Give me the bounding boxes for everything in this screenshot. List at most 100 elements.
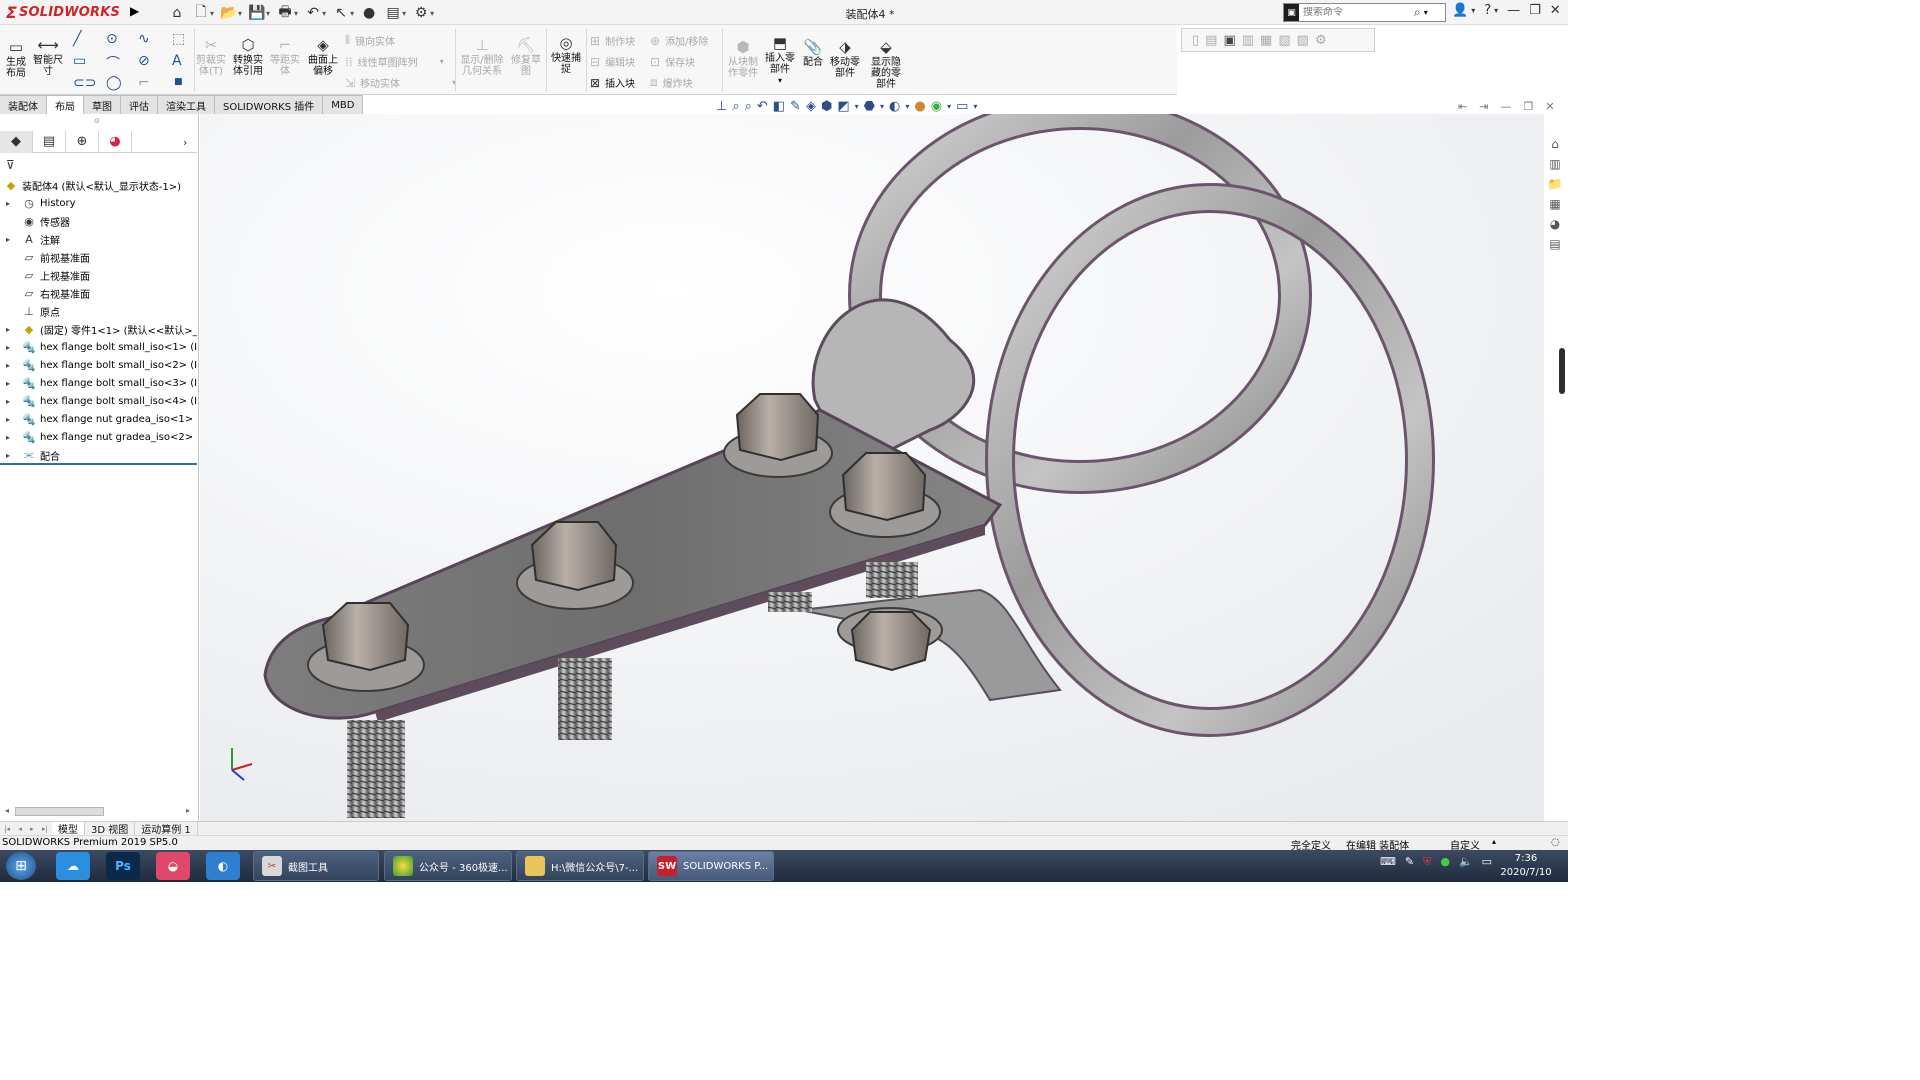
arc-icon[interactable]: ⌒ [106, 53, 120, 73]
close-icon[interactable]: ✕ [1550, 3, 1561, 18]
add-remove-button[interactable]: ⊕ 添加/移除 [650, 33, 708, 49]
properties-dropdown-icon[interactable]: ▾ [402, 9, 406, 18]
make-part-from-block-button[interactable]: ⬢ 从块制 作零件 [725, 39, 761, 80]
restore-icon[interactable]: ❐ [1529, 3, 1541, 18]
feature-tree-tab-icon[interactable]: ◆ [0, 130, 33, 153]
save-icon[interactable]: 💾 [248, 4, 266, 22]
update-icon[interactable]: ● [1440, 855, 1450, 869]
search-mode-icon[interactable]: ▣ [1284, 4, 1299, 21]
scroll-thumb[interactable] [15, 807, 104, 816]
rollback-bar[interactable] [0, 463, 197, 465]
volume-icon[interactable]: 🔈 [1459, 855, 1473, 869]
task-browser[interactable]: 公众号 - 360极速... [384, 851, 512, 881]
baidu-netdisk-icon[interactable]: ☁ [56, 852, 90, 880]
toolbar-icon[interactable]: ▤ [1205, 33, 1217, 48]
toolbar-icon[interactable]: ⚙ [1315, 33, 1327, 48]
help-dropdown-icon[interactable]: ▾ [1494, 6, 1498, 15]
hide-show-icon[interactable]: ◩ [837, 99, 849, 114]
tree-item-history[interactable]: ▸ ◷ History [0, 194, 197, 212]
design-library-icon[interactable]: ▥ [1546, 155, 1564, 172]
show-relations-button[interactable]: ⊥ 显示/删除 几何关系 [458, 37, 506, 78]
last-tab-icon[interactable]: ▸| [42, 825, 48, 833]
search-dropdown-icon[interactable]: ▾ [1424, 8, 1428, 17]
line-icon[interactable]: ╱ [73, 31, 81, 47]
tree-item-sensors[interactable]: ◉ 传感器 [0, 212, 197, 230]
repair-sketch-button[interactable]: ⛏ 修复草 图 [510, 37, 542, 78]
solidworks-resources-icon[interactable]: ⌂ [1546, 135, 1564, 152]
search-icon[interactable]: ⌕ [1414, 5, 1421, 20]
toolbar-icon[interactable]: ▨ [1297, 33, 1309, 48]
tree-item-bolt-4[interactable]: ▸ 🔩 hex flange bolt small_iso<4> (ISO [0, 392, 197, 410]
task-explorer[interactable]: H:\微信公众号\7-... [516, 851, 644, 881]
trim-button[interactable]: ✂ 剪裁实 体(T) [196, 37, 226, 78]
sketch-box-icon[interactable]: ⬚ [172, 31, 185, 47]
zoom-area-icon[interactable]: ⌕ [745, 99, 752, 114]
viewport-collapse-icon[interactable]: ⇥ [1479, 100, 1488, 113]
toolbar-icon[interactable]: ▯ [1192, 33, 1199, 48]
edit-appearance-icon[interactable]: ⬣ [864, 99, 875, 114]
mirror-entities-button[interactable]: ⫴ 镜向实体 [345, 33, 395, 48]
move-component-button[interactable]: ⬗ 移动零 部件 [828, 39, 862, 80]
tree-item-nut-1[interactable]: ▸ 🔩 hex flange nut gradea_iso<1> (IS [0, 410, 197, 428]
print-dropdown-icon[interactable]: ▾ [294, 9, 298, 18]
browser-pinned-icon[interactable]: ◐ [206, 852, 240, 880]
tab-mbd[interactable]: MBD [323, 95, 364, 114]
tree-item-bolt-2[interactable]: ▸ 🔩 hex flange bolt small_iso<2> (ISO [0, 356, 197, 374]
tab-model[interactable]: 模型 [52, 822, 85, 836]
rebuild-icon[interactable]: ● [360, 4, 378, 22]
viewport-close-icon[interactable]: ✕ [1545, 100, 1554, 113]
viewport-restore-icon[interactable]: ❐ [1523, 100, 1533, 113]
shield-icon[interactable]: ⛨ [1423, 855, 1431, 869]
scene-icon[interactable]: ◐ [889, 99, 900, 114]
units-dropdown-icon[interactable]: ▴ [1492, 837, 1496, 846]
tree-item-nut-2[interactable]: ▸ 🔩 hex flange nut gradea_iso<2> (IS [0, 428, 197, 446]
offset-entities-button[interactable]: ⌐ 等距实 体 [268, 37, 302, 78]
pen-icon[interactable]: ✎ [1405, 855, 1414, 869]
tooltip-icon[interactable]: ◌ [1551, 837, 1560, 848]
task-solidworks[interactable]: SW SOLIDWORKS P... [648, 851, 774, 881]
next-tab-icon[interactable]: ▸ [30, 825, 34, 833]
tree-root[interactable]: ◆ 装配体4 (默认<默认_显示状态-1>) [0, 176, 197, 194]
view-orient-icon[interactable]: ⊥ [716, 99, 727, 114]
toolbar-icon[interactable]: ▧ [1278, 33, 1290, 48]
section-view-icon[interactable]: ◧ [773, 99, 785, 114]
appearances-scenes-icon[interactable]: ◕ [1546, 215, 1564, 232]
select-arrow-icon[interactable]: ↖ [332, 4, 350, 22]
save-block-button[interactable]: ⊡ 保存块 [650, 54, 695, 70]
show-hidden-components-button[interactable]: ⬙ 显示隐 藏的零 部件 [866, 39, 906, 91]
print-icon[interactable]: 🖶 [276, 4, 294, 22]
scroll-left-icon[interactable]: ◂ [5, 806, 9, 815]
file-explorer-icon[interactable]: 📁 [1546, 175, 1564, 192]
view-cube-icon[interactable]: ◈ [806, 99, 816, 114]
move-entities-button[interactable]: ⇲移动实体 ▾ [345, 75, 456, 91]
mate-button[interactable]: 📎 配合 [800, 39, 826, 69]
undo-dropdown-icon[interactable]: ▾ [322, 9, 326, 18]
view-palette-icon[interactable]: ▦ [1546, 195, 1564, 212]
scroll-right-icon[interactable]: ▸ [186, 806, 190, 815]
prev-tab-icon[interactable]: ◂ [18, 825, 22, 833]
tree-item-right-plane[interactable]: ▱ 右视基准面 [0, 284, 197, 302]
filter-icon[interactable]: ⊽ [6, 158, 15, 172]
dynamic-annotation-icon[interactable]: ✎ [790, 99, 801, 114]
linear-pattern-button[interactable]: ⁞⁞ 线性草图阵列 ▾ [345, 54, 444, 70]
surface-offset-button[interactable]: ◈ 曲面上 偏移 [306, 37, 340, 78]
panel-grip-icon[interactable]: ⊙ [94, 117, 100, 125]
hide-show-dropdown-icon[interactable]: ▾ [855, 102, 859, 111]
previous-view-icon[interactable]: ↶ [757, 99, 768, 114]
expand-icon[interactable]: ▸ [6, 325, 10, 334]
expand-icon[interactable]: ▸ [6, 199, 10, 208]
scene-dropdown-icon[interactable]: ▾ [905, 102, 909, 111]
text-icon[interactable]: A [172, 53, 182, 69]
graphics-scrollbar[interactable] [1559, 348, 1565, 394]
home-icon[interactable]: ⌂ [168, 4, 186, 22]
insert-component-button[interactable]: ⬒ 插入零 部件 ▾ [763, 35, 797, 86]
solidworks-logo[interactable]: Ʃ SOLIDWORKS [6, 2, 126, 23]
tree-item-mates[interactable]: ▸ ⫘ 配合 [0, 446, 197, 464]
user-dropdown-icon[interactable]: ▾ [1471, 6, 1475, 15]
help-icon[interactable]: ? [1484, 3, 1491, 18]
expand-icon[interactable]: ▸ [6, 379, 10, 388]
tabs-scroll-right-icon[interactable]: › [183, 136, 187, 149]
tab-evaluate[interactable]: 评估 [121, 95, 158, 114]
tab-layout[interactable]: 布局 [47, 95, 84, 114]
property-manager-tab-icon[interactable]: ▤ [33, 130, 66, 153]
